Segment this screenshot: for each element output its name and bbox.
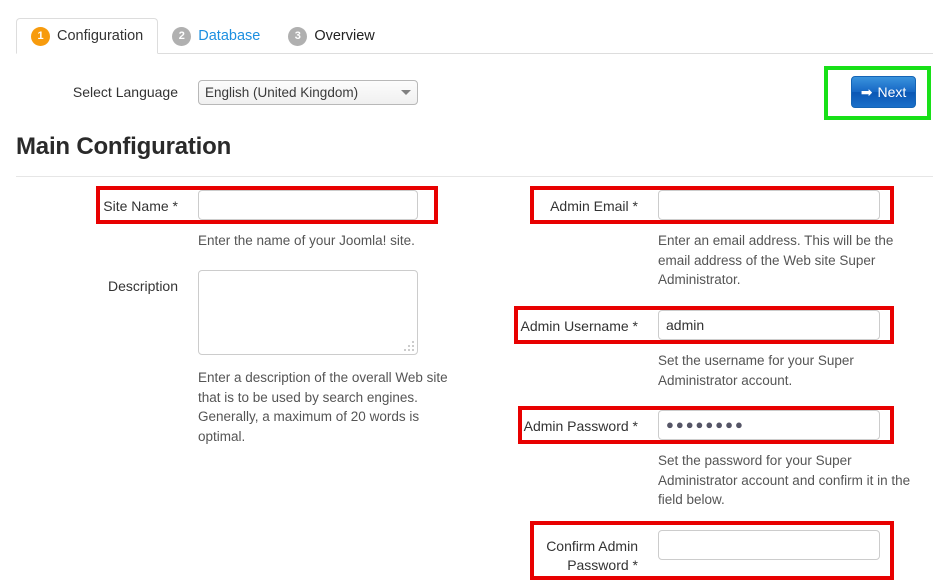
- admin-password-label: Admin Password *: [523, 418, 638, 434]
- admin-password-help: Set the password for your Super Administ…: [658, 453, 911, 507]
- chevron-down-icon: [401, 90, 411, 95]
- confirm-admin-password-label: Confirm Admin Password *: [460, 537, 638, 575]
- section-divider: [16, 176, 933, 177]
- site-name-label: Site Name *: [103, 198, 178, 214]
- description-textarea[interactable]: [198, 270, 418, 355]
- select-language-value: English (United Kingdom): [205, 85, 359, 100]
- admin-username-label: Admin Username *: [520, 318, 639, 334]
- select-language-row: Select Language English (United Kingdom): [0, 80, 460, 108]
- admin-email-label: Admin Email *: [550, 198, 638, 214]
- tab-database[interactable]: 2 Database: [158, 18, 274, 54]
- tab-step-badge-1: 1: [31, 26, 50, 46]
- tab-database-label: Database: [198, 28, 261, 44]
- admin-email-input[interactable]: [658, 190, 880, 220]
- description-label: Description: [107, 278, 178, 294]
- site-name-input[interactable]: [198, 190, 418, 220]
- select-language-label: Select Language: [72, 84, 178, 100]
- admin-username-help: Set the username for your Super Administ…: [658, 353, 854, 388]
- installation-page: 1 Configuration 2 Database 3 Overview Se…: [0, 0, 949, 580]
- tab-list: 1 Configuration 2 Database 3 Overview: [16, 18, 389, 54]
- admin-email-help: Enter an email address. This will be the…: [658, 233, 894, 287]
- tab-configuration[interactable]: 1 Configuration: [16, 18, 159, 54]
- confirm-admin-password-label-line2: Password *: [567, 557, 638, 573]
- resize-grip-icon[interactable]: [404, 341, 414, 351]
- description-help: Enter a description of the overall Web s…: [198, 370, 448, 444]
- site-name-help: Enter the name of your Joomla! site.: [198, 233, 415, 248]
- confirm-admin-password-input[interactable]: [658, 530, 880, 560]
- next-button[interactable]: ➡ Next: [851, 76, 916, 108]
- page-title: Main Configuration: [16, 133, 232, 160]
- wizard-tabbar: 1 Configuration 2 Database 3 Overview: [16, 18, 933, 54]
- tab-overview[interactable]: 3 Overview: [274, 18, 388, 54]
- arrow-right-icon: ➡: [860, 84, 873, 100]
- tab-overview-label: Overview: [314, 28, 375, 44]
- tab-step-badge-3: 3: [288, 26, 308, 46]
- confirm-admin-password-label-line1: Confirm Admin: [546, 538, 638, 554]
- tab-step-badge-2: 2: [172, 26, 192, 46]
- tab-configuration-label: Configuration: [57, 28, 144, 44]
- admin-password-input[interactable]: ●●●●●●●●: [658, 410, 880, 440]
- next-button-label: Next: [877, 84, 907, 100]
- select-language-dropdown[interactable]: English (United Kingdom): [198, 80, 418, 105]
- admin-username-input[interactable]: admin: [658, 310, 880, 340]
